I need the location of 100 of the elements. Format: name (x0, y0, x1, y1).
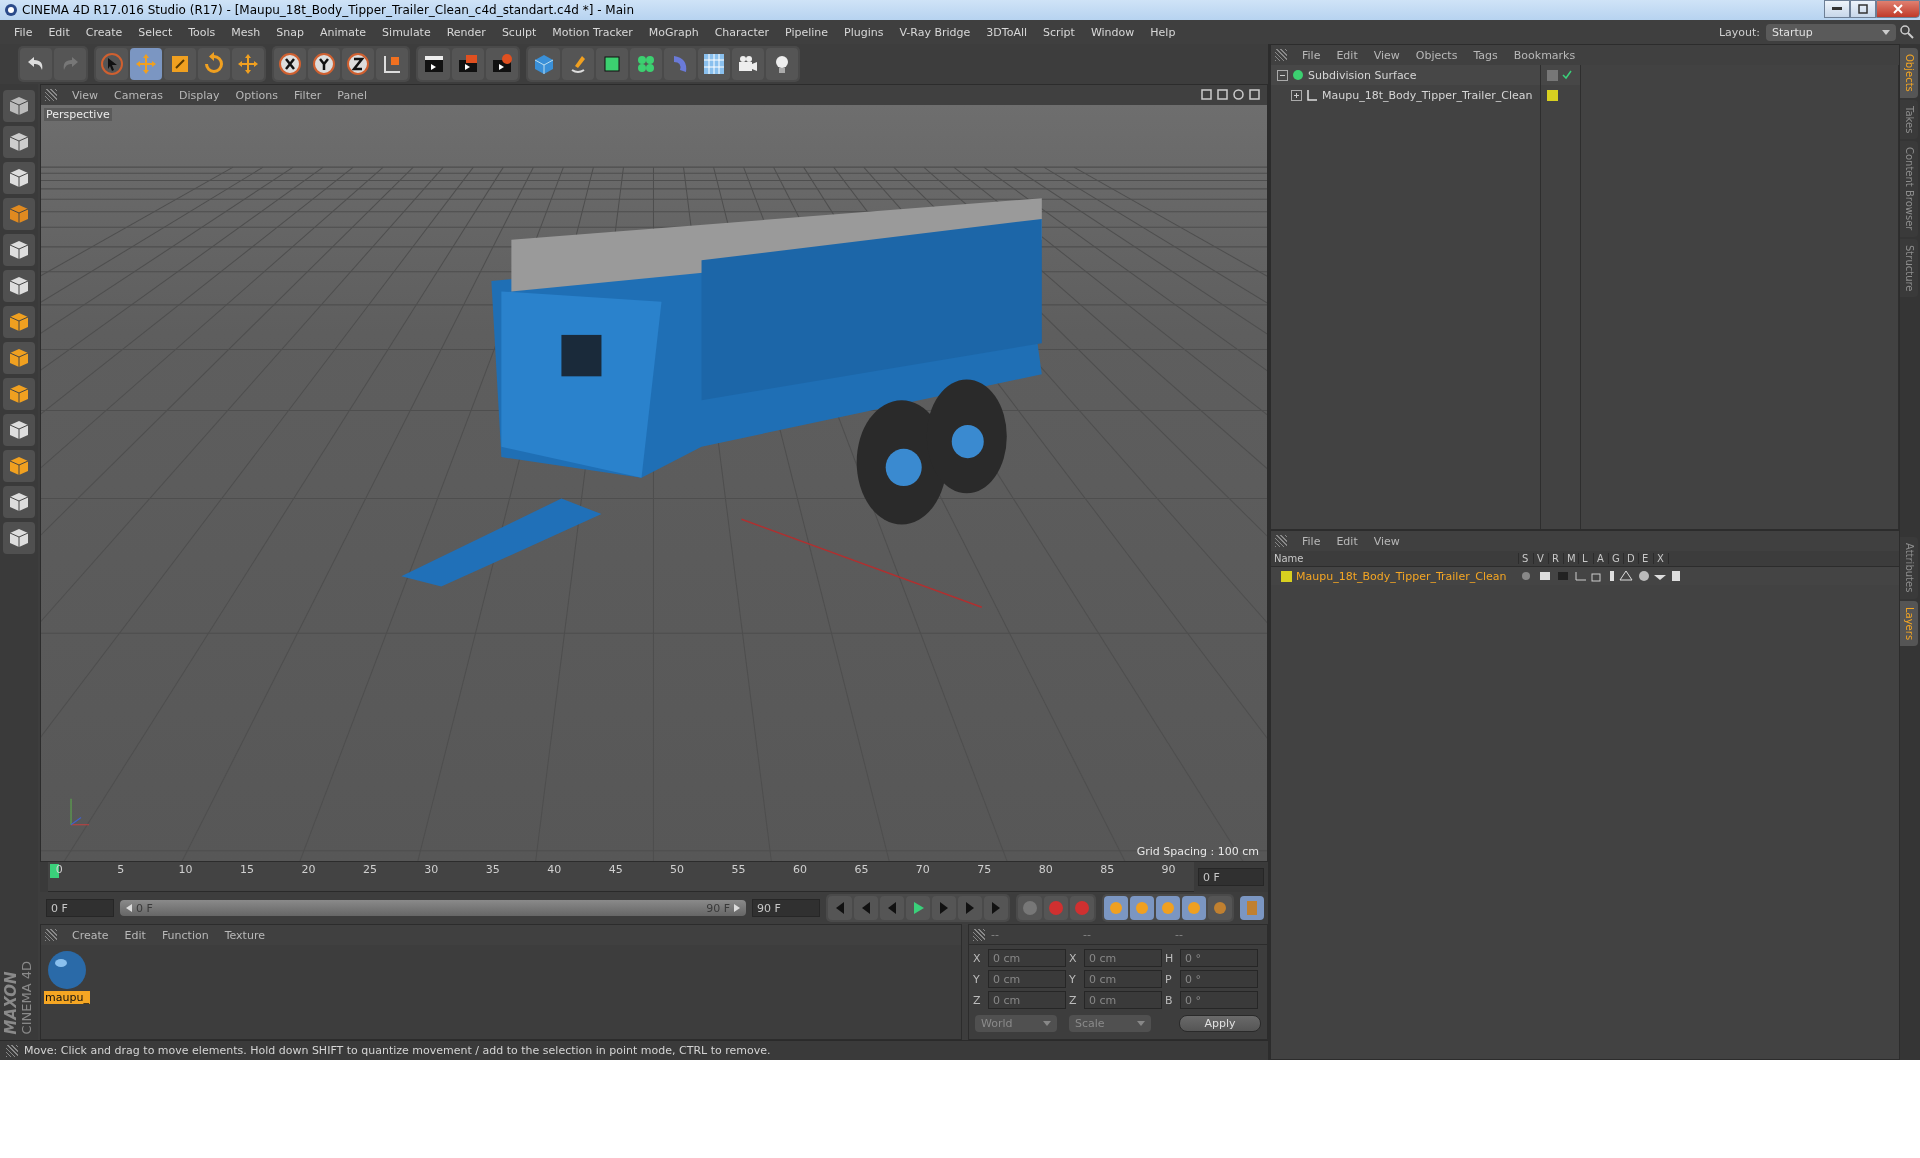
rotate-tool[interactable] (198, 48, 230, 80)
viewport-menu-item[interactable]: View (65, 88, 106, 102)
panel-grip-icon (973, 928, 985, 941)
expand-icon[interactable] (1291, 89, 1302, 101)
rotation-field[interactable]: 0 ° (1180, 991, 1258, 1009)
menu-item[interactable]: Create (77, 25, 131, 39)
scale-tool[interactable] (164, 48, 196, 80)
rotation-field[interactable]: 0 ° (1180, 949, 1258, 967)
menu-item[interactable]: Character (706, 25, 777, 39)
menu-item[interactable]: Window (1082, 25, 1143, 39)
side-tab[interactable]: Takes (1900, 99, 1918, 140)
menu-item[interactable]: Motion Tracker (544, 25, 641, 39)
layout-dropdown[interactable]: Startup (1766, 23, 1896, 41)
undo-tool[interactable] (20, 48, 52, 80)
object-menu-item[interactable]: View (1366, 48, 1407, 62)
rotation-field[interactable]: 0 ° (1180, 970, 1258, 988)
size-field[interactable]: 0 cm (1084, 949, 1162, 967)
menu-item[interactable]: Select (130, 25, 181, 39)
layer-menu-item[interactable]: Edit (1329, 534, 1365, 548)
object-menu-item[interactable]: Tags (1466, 48, 1505, 62)
menu-item[interactable]: Tools (180, 25, 224, 39)
menu-item[interactable]: Script (1035, 25, 1083, 39)
step-forward-button[interactable] (932, 896, 956, 920)
skip-to-start-button[interactable] (828, 896, 852, 920)
layer-menu-item[interactable]: File (1295, 534, 1328, 548)
cube-tool[interactable] (528, 48, 560, 80)
position-field[interactable]: 0 cm (988, 949, 1066, 967)
menu-item[interactable]: MoGraph (640, 25, 707, 39)
maximize-button[interactable] (1850, 0, 1876, 18)
clapboard-gear-tool[interactable] (486, 48, 518, 80)
menu-item[interactable]: Plugins (836, 25, 892, 39)
menu-item[interactable]: Edit (40, 25, 78, 39)
step-back-button[interactable] (880, 896, 904, 920)
material-menu-item[interactable]: Texture (217, 928, 272, 942)
menu-item[interactable]: Render (438, 25, 494, 39)
end-frame-field[interactable]: 90 F (752, 899, 820, 917)
collapse-icon[interactable] (1277, 69, 1288, 81)
clapboard-tool[interactable] (418, 48, 450, 80)
menu-item[interactable]: Mesh (223, 25, 269, 39)
viewport-menu-item[interactable]: Filter (287, 88, 329, 102)
layer-name[interactable]: Maupu_18t_Body_Tipper_Trailer_Clean (1296, 569, 1516, 583)
position-field[interactable]: 0 cm (988, 970, 1066, 988)
menu-item[interactable]: File (6, 25, 41, 39)
start-frame-field[interactable]: 0 F (46, 899, 114, 917)
camera-tool[interactable] (732, 48, 764, 80)
menu-item[interactable]: Simulate (374, 25, 439, 39)
layer-menu-item[interactable]: View (1366, 534, 1407, 548)
step-back-key-button[interactable] (854, 896, 878, 920)
menu-item[interactable]: Help (1142, 25, 1184, 39)
viewport-menu-item[interactable]: Display (172, 88, 227, 102)
material-menu-item[interactable]: Function (154, 928, 216, 942)
material-menu-item[interactable]: Edit (117, 928, 153, 942)
viewport-menu-item[interactable]: Panel (330, 88, 374, 102)
menu-item[interactable]: 3DToAll (978, 25, 1035, 39)
menu-item[interactable]: Snap (268, 25, 312, 39)
pen-tool[interactable] (562, 48, 594, 80)
column-header: G (1609, 553, 1624, 564)
object-menu-item[interactable]: Bookmarks (1506, 48, 1583, 62)
cursor-tool[interactable] (96, 48, 128, 80)
axis-label: X (973, 951, 982, 965)
coordinate-system-tool[interactable] (376, 48, 408, 80)
object-menu-item[interactable]: Objects (1408, 48, 1465, 62)
size-field[interactable]: 0 cm (1084, 991, 1162, 1009)
frame-range-slider[interactable]: 0 F 90 F (120, 900, 746, 916)
move-axes-tool[interactable] (232, 48, 264, 80)
side-tab[interactable]: Content Browser (1900, 141, 1918, 237)
apply-button[interactable]: Apply (1179, 1015, 1261, 1032)
material-menu-item[interactable]: Create (65, 928, 116, 942)
viewport-menu-item[interactable]: Options (228, 88, 285, 102)
object-menu-item[interactable]: File (1295, 48, 1328, 62)
material-sphere-icon[interactable] (46, 949, 88, 991)
play-button[interactable] (906, 896, 930, 920)
viewport-menu-item[interactable]: Cameras (107, 88, 170, 102)
minimize-button[interactable] (1824, 0, 1850, 18)
position-field[interactable]: 0 cm (988, 991, 1066, 1009)
step-forward-key-button[interactable] (958, 896, 982, 920)
current-frame-field[interactable]: 0 F (1198, 868, 1264, 886)
material-name[interactable]: maupu_ (44, 991, 90, 1004)
menu-item[interactable]: V-Ray Bridge (891, 25, 979, 39)
clapboard-render-tool[interactable] (452, 48, 484, 80)
menu-item[interactable]: Sculpt (493, 25, 545, 39)
search-icon[interactable] (1900, 25, 1914, 39)
y-axis-tool[interactable] (308, 48, 340, 80)
skip-to-end-button[interactable] (984, 896, 1008, 920)
side-tab[interactable]: Attributes (1900, 537, 1918, 599)
side-tab[interactable]: Layers (1900, 600, 1918, 646)
side-tab[interactable]: Objects (1900, 48, 1918, 98)
menu-item[interactable]: Pipeline (777, 25, 837, 39)
axis-label: X (1069, 951, 1078, 965)
object-menu-item[interactable]: Edit (1329, 48, 1365, 62)
x-axis-tool[interactable] (274, 48, 306, 80)
side-tab[interactable]: Structure (1900, 238, 1918, 298)
checkmark-icon[interactable] (1562, 70, 1572, 80)
menu-item[interactable]: Animate (312, 25, 375, 39)
light-bulb-tool[interactable] (766, 48, 798, 80)
z-axis-tool[interactable] (342, 48, 374, 80)
size-field[interactable]: 0 cm (1084, 970, 1162, 988)
close-button[interactable] (1876, 0, 1920, 18)
visibility-toggle-icon[interactable] (1547, 69, 1558, 81)
object-name[interactable]: Maupu_18t_Body_Tipper_Trailer_Clean (1322, 88, 1533, 102)
